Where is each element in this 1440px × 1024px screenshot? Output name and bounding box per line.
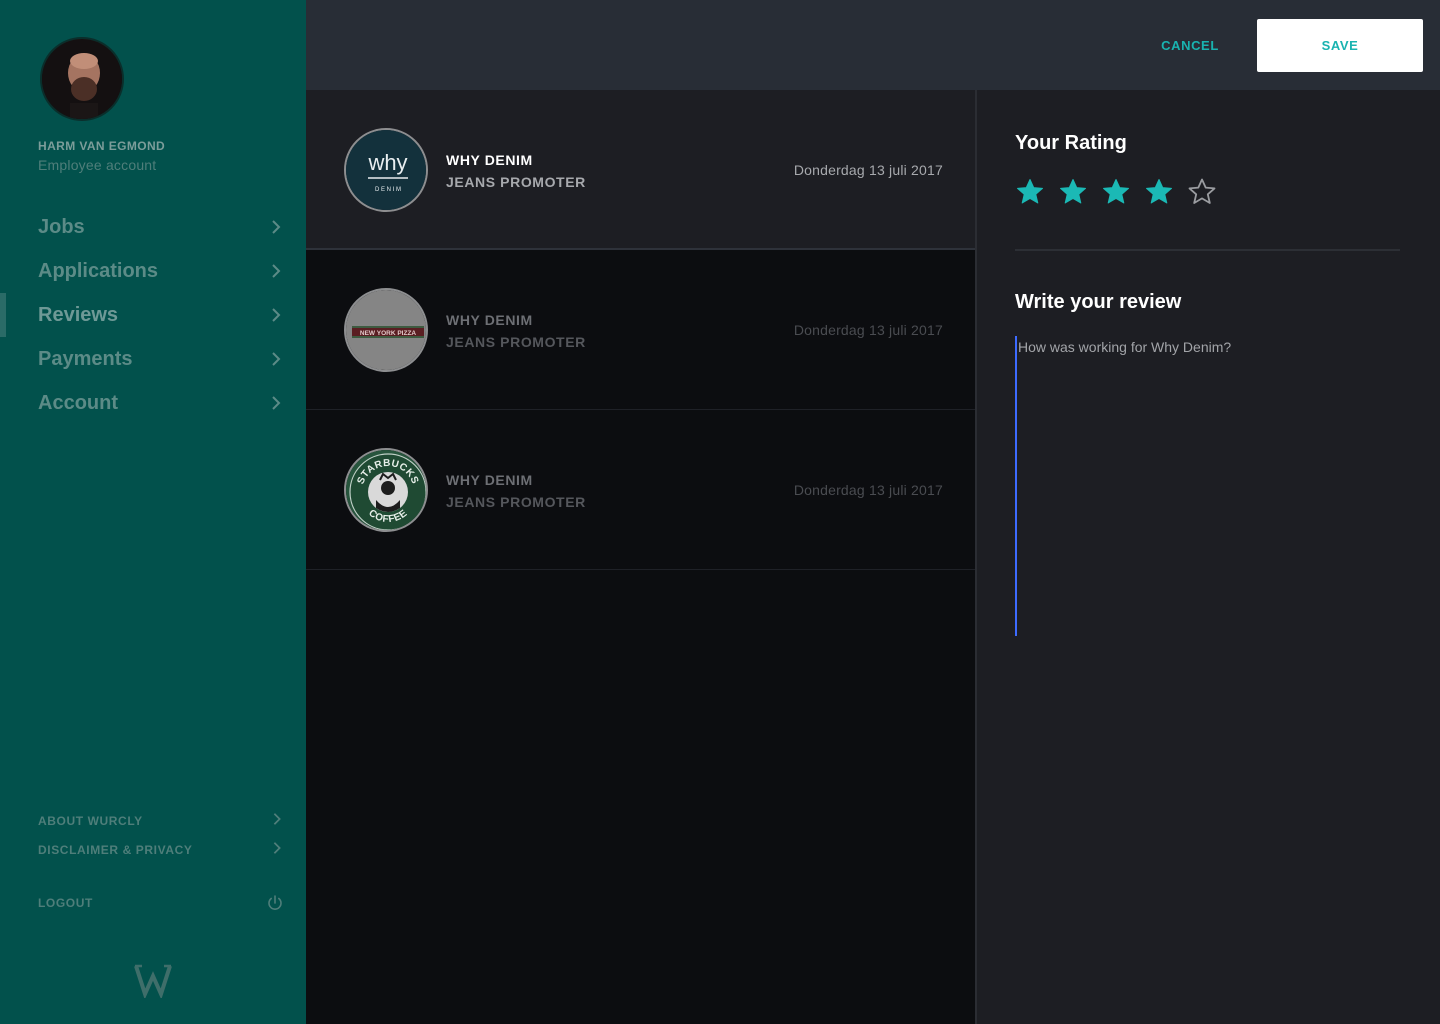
sidebar-nav: Jobs Applications Reviews Payments Accou… xyxy=(0,205,306,425)
sidebar-item-label: Payments xyxy=(38,347,133,370)
sidebar-item-payments[interactable]: Payments xyxy=(0,337,306,381)
chevron-right-icon xyxy=(272,396,281,410)
star-filled-icon[interactable] xyxy=(1015,177,1045,207)
new-york-pizza-logo-icon: NEW YORK PIZZA xyxy=(346,290,426,370)
sidebar-item-jobs[interactable]: Jobs xyxy=(0,205,306,249)
star-rating[interactable] xyxy=(1015,177,1217,207)
logo-text: why xyxy=(367,150,407,175)
row-date: Donderdag 13 juli 2017 xyxy=(793,482,943,498)
star-filled-icon[interactable] xyxy=(1144,177,1174,207)
row-date: Donderdag 13 juli 2017 xyxy=(793,162,943,178)
list-item[interactable]: NEW YORK PIZZA WHY DENIM JEANS PROMOTER … xyxy=(306,250,975,410)
list-item[interactable]: STARBUCKS COFFEE WHY DENIM JEANS PROMOTE… xyxy=(306,410,975,570)
wurcly-logo-icon xyxy=(134,964,172,998)
chevron-right-icon xyxy=(273,813,281,825)
row-role: JEANS PROMOTER xyxy=(446,334,586,350)
avatar[interactable] xyxy=(40,37,124,121)
review-list: why D E N I M WHY DENIM JEANS PROMOTER D… xyxy=(306,90,975,1024)
about-label: ABOUT WURCLY xyxy=(38,813,143,828)
review-title: Write your review xyxy=(1015,291,1182,313)
star-filled-icon[interactable] xyxy=(1101,177,1131,207)
row-company: WHY DENIM xyxy=(446,152,533,168)
starbucks-coffee-logo-icon: STARBUCKS COFFEE xyxy=(346,450,426,530)
rating-title: Your Rating xyxy=(1015,132,1127,154)
company-logo: why D E N I M xyxy=(344,128,428,212)
sidebar-item-reviews[interactable]: Reviews xyxy=(0,293,306,337)
why-denim-logo-icon: why D E N I M xyxy=(346,130,426,210)
row-role: JEANS PROMOTER xyxy=(446,494,586,510)
app: HARM VAN EGMOND Employee account Jobs Ap… xyxy=(0,0,1440,1024)
disclaimer-label: DISCLAIMER & PRIVACY xyxy=(38,842,193,857)
logo-text: D E N I M xyxy=(375,187,401,193)
star-filled-icon[interactable] xyxy=(1058,177,1088,207)
power-icon xyxy=(268,895,282,910)
sidebar-item-label: Applications xyxy=(38,259,159,282)
logout-label: LOGOUT xyxy=(38,896,93,910)
sidebar-item-label: Account xyxy=(38,391,118,414)
about-link[interactable]: ABOUT WURCLY xyxy=(0,806,306,835)
company-logo: STARBUCKS COFFEE xyxy=(344,448,428,532)
chevron-right-icon xyxy=(272,352,281,366)
sidebar-footer-links: ABOUT WURCLY DISCLAIMER & PRIVACY xyxy=(0,806,306,864)
detail-divider xyxy=(1015,249,1400,251)
row-company: WHY DENIM xyxy=(446,312,533,328)
sidebar-item-label: Jobs xyxy=(38,215,85,238)
save-button[interactable]: SAVE xyxy=(1257,19,1423,72)
chevron-right-icon xyxy=(272,308,281,322)
logout-button[interactable]: LOGOUT xyxy=(0,889,306,917)
logo-text: NEW YORK PIZZA xyxy=(360,330,417,337)
cancel-button[interactable]: CANCEL xyxy=(1140,33,1240,57)
sidebar-item-applications[interactable]: Applications xyxy=(0,249,306,293)
row-company: WHY DENIM xyxy=(446,472,533,488)
chevron-right-icon xyxy=(272,220,281,234)
row-date: Donderdag 13 juli 2017 xyxy=(793,322,943,338)
review-detail-panel: Your Rating Write your review xyxy=(977,90,1440,1024)
list-item[interactable]: why D E N I M WHY DENIM JEANS PROMOTER D… xyxy=(306,90,975,250)
chevron-right-icon xyxy=(273,842,281,854)
sidebar: HARM VAN EGMOND Employee account Jobs Ap… xyxy=(0,0,306,1024)
sidebar-item-account[interactable]: Account xyxy=(0,381,306,425)
profile-name: HARM VAN EGMOND xyxy=(38,139,166,153)
chevron-right-icon xyxy=(272,264,281,278)
sidebar-item-label: Reviews xyxy=(38,303,119,326)
review-textarea[interactable] xyxy=(1015,336,1400,636)
profile-account-type: Employee account xyxy=(38,157,157,173)
star-empty-icon[interactable] xyxy=(1187,177,1217,207)
disclaimer-link[interactable]: DISCLAIMER & PRIVACY xyxy=(0,835,306,864)
row-role: JEANS PROMOTER xyxy=(446,174,586,190)
avatar-portrait xyxy=(42,39,122,119)
company-logo: NEW YORK PIZZA xyxy=(344,288,428,372)
